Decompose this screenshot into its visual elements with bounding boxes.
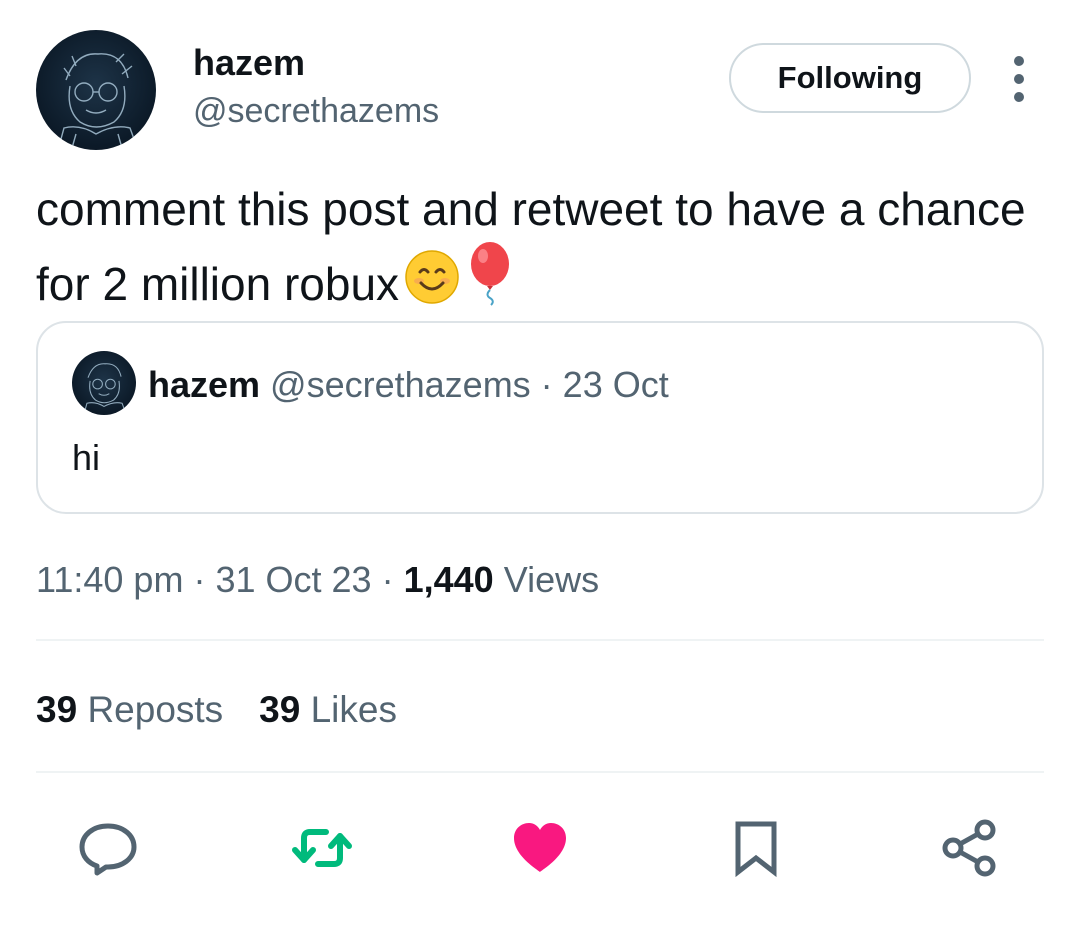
likes-count: 39 (259, 689, 301, 730)
likes-label: Likes (310, 689, 397, 730)
reposts-stat[interactable]: 39 Reposts (36, 688, 223, 732)
author-avatar[interactable] (36, 30, 156, 150)
engagement-stats: 39 Reposts 39 Likes (36, 688, 433, 732)
post-text: comment this post and retweet to have a … (36, 178, 1036, 315)
quoted-text: hi (72, 437, 101, 478)
divider (36, 639, 1044, 641)
views-label[interactable]: Views (504, 559, 599, 600)
quoted-meta: @secrethazems · 23 Oct (270, 364, 669, 405)
quoted-author-avatar (72, 351, 136, 415)
separator: · (193, 559, 206, 600)
smiling-face-icon (403, 248, 461, 306)
post-body: comment this post and retweet to have a … (36, 183, 1026, 310)
balloon-icon (465, 240, 515, 306)
reply-icon[interactable] (76, 816, 140, 880)
reposts-label: Reposts (87, 689, 224, 730)
avatar-sketch-image (57, 53, 139, 150)
reposts-count: 39 (36, 689, 78, 730)
post-date[interactable]: 31 Oct 23 (215, 559, 371, 600)
post-time[interactable]: 11:40 pm (36, 559, 183, 600)
quoted-author-name: hazem (148, 364, 261, 405)
post-meta: 11:40 pm · 31 Oct 23 · 1,440 Views (36, 558, 599, 602)
repost-icon[interactable] (290, 816, 354, 880)
bookmark-icon[interactable] (724, 816, 788, 880)
author-name[interactable]: hazem (193, 42, 305, 84)
like-icon[interactable] (508, 816, 572, 880)
more-options-icon[interactable] (1004, 56, 1034, 102)
tweet-detail: hazem @secrethazems Following comment th… (0, 0, 1073, 942)
separator: · (381, 559, 394, 600)
divider (36, 771, 1044, 773)
likes-stat[interactable]: 39 Likes (259, 688, 397, 732)
following-button[interactable]: Following (729, 43, 971, 113)
quoted-header: hazem @secrethazems · 23 Oct (148, 363, 669, 407)
quoted-tweet[interactable]: hazem @secrethazems · 23 Oct hi (36, 321, 1044, 514)
author-handle[interactable]: @secrethazems (193, 91, 439, 131)
avatar-sketch-image (83, 363, 127, 415)
share-icon[interactable] (938, 816, 1002, 880)
views-count[interactable]: 1,440 (404, 559, 494, 600)
